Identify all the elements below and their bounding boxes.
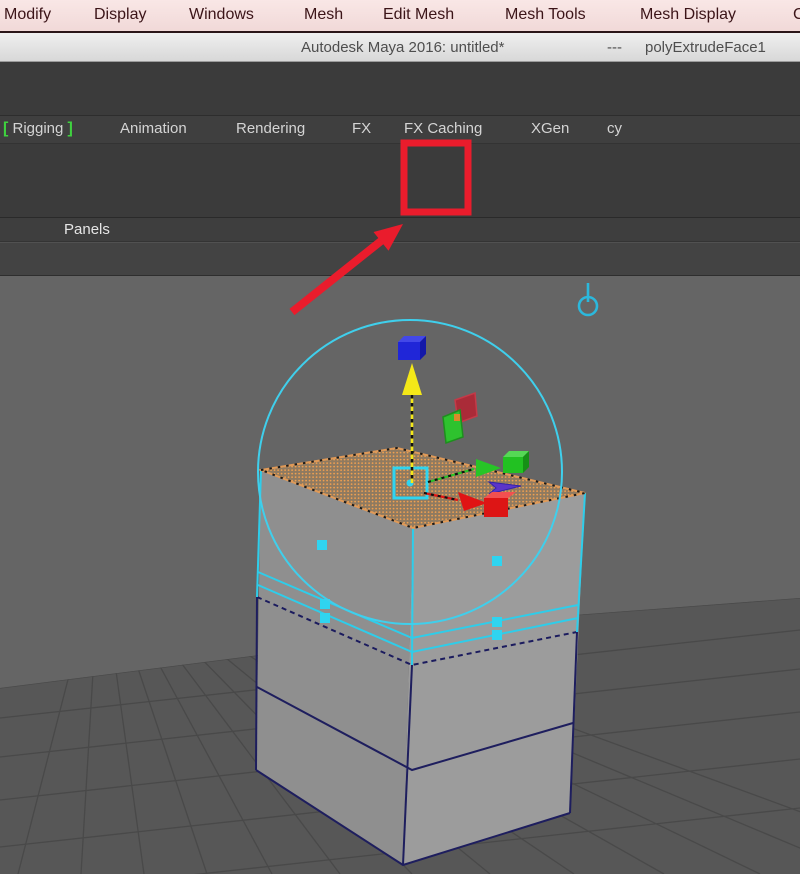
menu-mesh[interactable]: Mesh: [304, 6, 343, 24]
tab-fx[interactable]: FX: [352, 120, 371, 137]
title-bar: Autodesk Maya 2016: untitled* --- polyEx…: [0, 33, 800, 62]
status-line: ▾ + ?: [0, 62, 800, 170]
shelf: [0, 144, 800, 350]
tab-rigging-active[interactable]: [ Rigging ]: [3, 120, 73, 138]
poly-cube-mesh[interactable]: [255, 446, 586, 867]
menu-display[interactable]: Display: [94, 6, 146, 24]
title-separator: ---: [607, 39, 622, 56]
menu-windows[interactable]: Windows: [189, 6, 254, 24]
panel-toolbar: T 0.00 1.00 ON sR: [0, 242, 800, 521]
tab-xgen[interactable]: XGen: [531, 120, 569, 137]
tab-rendering[interactable]: Rendering: [236, 120, 305, 137]
green-axis-cube[interactable]: [503, 451, 529, 473]
menu-overflow[interactable]: C: [793, 6, 800, 24]
maya-window: Modify Display Windows Mesh Edit Mesh Me…: [0, 0, 800, 874]
tab-animation[interactable]: Animation: [120, 120, 187, 137]
viewport[interactable]: [0, 276, 800, 874]
tab-cy[interactable]: cy: [607, 120, 622, 137]
manipulator-pin-toggle[interactable]: [577, 283, 599, 317]
window-title: Autodesk Maya 2016: untitled*: [301, 39, 505, 56]
menu-bar: Modify Display Windows Mesh Edit Mesh Me…: [0, 0, 800, 33]
shelf-tab-bar: [ Rigging ] Animation Rendering FX FX Ca…: [0, 116, 800, 144]
green-plate-handle[interactable]: [442, 408, 464, 445]
tab-fx-caching[interactable]: FX Caching: [404, 120, 482, 137]
y-axis-cone[interactable]: [402, 363, 422, 395]
y-axis-cube[interactable]: [398, 336, 426, 360]
menu-mesh-display[interactable]: Mesh Display: [640, 6, 736, 24]
panel-menu-bar: Panels: [0, 218, 800, 242]
active-tab-bracket-right: ]: [67, 120, 73, 137]
menu-edit-mesh[interactable]: Edit Mesh: [383, 6, 454, 24]
active-tab-bracket-left: [: [3, 120, 9, 137]
menu-modify[interactable]: Modify: [4, 6, 51, 24]
panels-menu[interactable]: Panels: [64, 221, 110, 238]
active-node-label: polyExtrudeFace1: [645, 39, 766, 56]
menu-mesh-tools[interactable]: Mesh Tools: [505, 6, 586, 24]
